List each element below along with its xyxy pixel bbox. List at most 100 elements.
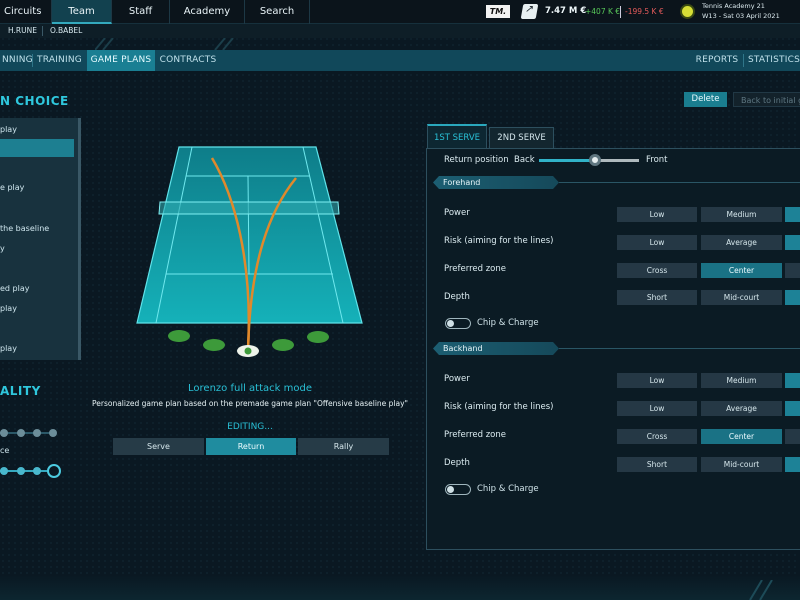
quality-slider-1[interactable] (0, 432, 54, 434)
plan-name: Lorenzo full attack mode (188, 383, 312, 394)
slider-step (17, 467, 25, 475)
backhand-depth-deep[interactable] (785, 457, 800, 472)
nav-staff[interactable]: Staff (112, 0, 170, 24)
forehand-depth-short[interactable]: Short (617, 290, 697, 305)
list-item[interactable]: ed play (0, 284, 74, 293)
income: +407 K € (585, 7, 621, 16)
forehand-depth-label: Depth (444, 292, 470, 302)
forehand-risk-high[interactable] (785, 235, 800, 250)
tab-contracts[interactable]: CONTRACTS (157, 50, 219, 71)
slider-step (33, 467, 41, 475)
plan-description: Personalized game plan based on the prem… (92, 399, 408, 408)
court-surface (136, 146, 363, 324)
quality-slider-2[interactable] (0, 470, 54, 472)
backhand-depth-label: Depth (444, 458, 470, 468)
decorative-stripes (749, 580, 773, 600)
return-back-label: Back (514, 155, 535, 165)
forehand-zone-center[interactable]: Center (701, 263, 782, 278)
forehand-power-medium[interactable]: Medium (701, 207, 782, 222)
forehand-power-low[interactable]: Low (617, 207, 697, 222)
editing-label: EDITING... (227, 422, 273, 432)
top-nav: Circuits Team Staff Academy Search TM. 7… (0, 0, 800, 24)
backhand-power-low[interactable]: Low (617, 373, 697, 388)
forehand-chip-label: Chip & Charge (477, 318, 539, 328)
backhand-depth-midcourt[interactable]: Mid-court (701, 457, 782, 472)
target-zone (168, 330, 190, 342)
backhand-power-high[interactable] (785, 373, 800, 388)
target-zone (307, 331, 329, 343)
return-position-label: Return position (444, 155, 509, 165)
slider-knob-selected[interactable] (47, 464, 61, 478)
backhand-risk-high[interactable] (785, 401, 800, 416)
forehand-zone-label: Preferred zone (444, 264, 506, 274)
tab-game-plans[interactable]: GAME PLANS (87, 50, 155, 71)
backhand-header: Backhand (433, 342, 559, 355)
forehand-power-high[interactable] (785, 207, 800, 222)
tab-2nd-serve[interactable]: 2ND SERVE (489, 127, 554, 148)
forehand-risk-label: Risk (aiming for the lines) (444, 236, 554, 246)
forehand-risk-average[interactable]: Average (701, 235, 782, 250)
tennis-court (136, 146, 363, 357)
backhand-depth-short[interactable]: Short (617, 457, 697, 472)
tab-training[interactable]: TRAINING (33, 50, 86, 71)
slider-step (0, 467, 8, 475)
footer-band (0, 575, 800, 600)
section-tabs: NNING TRAINING GAME PLANS CONTRACTS REPO… (0, 50, 800, 71)
backhand-risk-low[interactable]: Low (617, 401, 697, 416)
return-position-fill (539, 159, 595, 162)
money-separator (620, 6, 621, 18)
return-position-knob[interactable] (589, 154, 601, 166)
list-item[interactable]: play (0, 344, 74, 353)
backhand-zone-cross[interactable]: Cross (617, 429, 697, 444)
back-to-initial-button[interactable]: Back to initial g (733, 92, 800, 107)
slider-step (33, 429, 41, 437)
list-item[interactable]: e play (0, 183, 74, 192)
forehand-chip-toggle[interactable] (445, 318, 471, 329)
mode-return-button[interactable]: Return (206, 438, 296, 455)
mode-rally-button[interactable]: Rally (298, 438, 389, 455)
expense: -199.5 K € (625, 7, 664, 16)
plan-choice-title: N CHOICE (0, 94, 69, 108)
forehand-depth-deep[interactable] (785, 290, 800, 305)
player-tab-rune[interactable]: H.RUNE (0, 24, 45, 38)
balance: 7.47 M € (545, 6, 587, 16)
tab-1st-serve[interactable]: 1ST SERVE (427, 124, 487, 148)
list-item[interactable]: y (0, 244, 74, 253)
nav-circuits[interactable]: Circuits (0, 0, 52, 24)
slider-step (49, 429, 57, 437)
nav-academy[interactable]: Academy (170, 0, 245, 24)
player-tab-babel[interactable]: O.BABEL (42, 24, 90, 38)
nav-search[interactable]: Search (245, 0, 310, 24)
list-item[interactable]: play (0, 304, 74, 313)
backhand-chip-toggle[interactable] (445, 484, 471, 495)
forehand-depth-midcourt[interactable]: Mid-court (701, 290, 782, 305)
backhand-power-medium[interactable]: Medium (701, 373, 782, 388)
mode-serve-button[interactable]: Serve (113, 438, 204, 455)
target-zone (272, 339, 294, 351)
target-zone-dot (244, 347, 252, 355)
tm-logo: TM. (486, 5, 510, 18)
forehand-zone-line[interactable] (785, 263, 800, 278)
list-item[interactable]: play (0, 123, 74, 137)
forehand-header: Forehand (433, 176, 559, 189)
backhand-risk-average[interactable]: Average (701, 401, 782, 416)
game-plan-list: play e play the baseline y ed play play … (0, 118, 81, 360)
tab-planning[interactable]: NNING (0, 50, 33, 71)
forehand-zone-cross[interactable]: Cross (617, 263, 697, 278)
tab-reports[interactable]: REPORTS (692, 50, 742, 71)
list-item[interactable]: the baseline (0, 224, 74, 233)
slider-step (0, 429, 8, 437)
list-item-selected[interactable] (0, 139, 74, 157)
backhand-zone-line[interactable] (785, 429, 800, 444)
academy-name: Tennis Academy 21 (702, 2, 765, 10)
academy-badge-icon (680, 4, 695, 19)
backhand-zone-center[interactable]: Center (701, 429, 782, 444)
game-date: W13 - Sat 03 April 2021 (702, 12, 780, 20)
header-line (559, 348, 800, 349)
forehand-risk-low[interactable]: Low (617, 235, 697, 250)
delete-button[interactable]: Delete (684, 92, 727, 107)
backhand-risk-label: Risk (aiming for the lines) (444, 402, 554, 412)
nav-team[interactable]: Team (52, 0, 112, 24)
return-front-label: Front (646, 155, 668, 165)
tab-statistics[interactable]: STATISTICS (746, 50, 800, 71)
